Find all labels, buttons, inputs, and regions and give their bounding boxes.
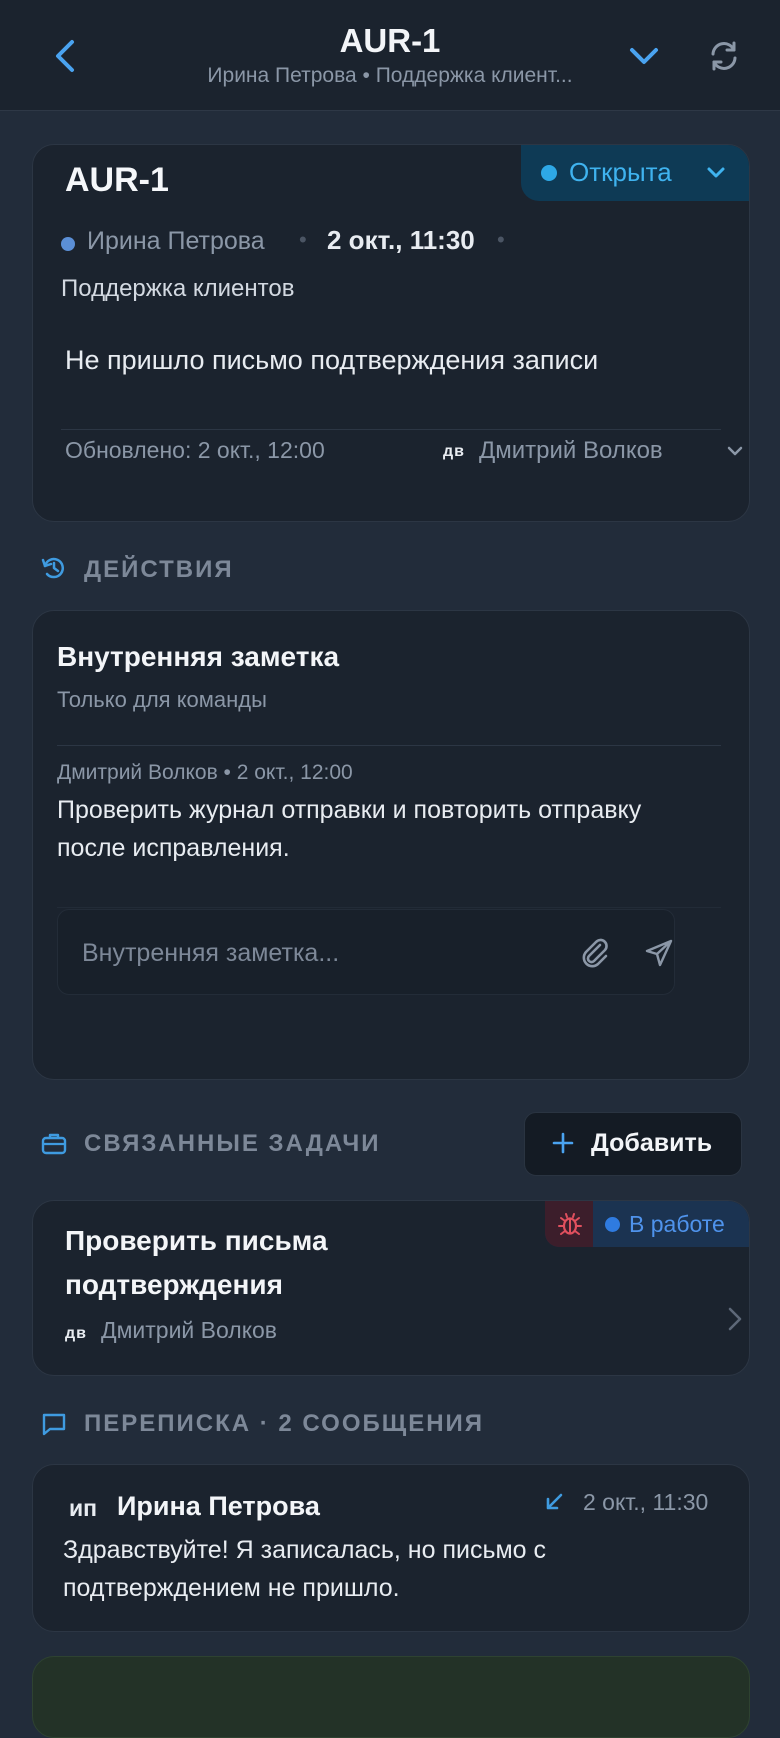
send-icon[interactable] bbox=[644, 938, 674, 968]
related-task-card[interactable]: Проверить письма подтверждения В работе … bbox=[32, 1200, 750, 1376]
chevron-down-icon bbox=[707, 167, 725, 178]
bug-icon bbox=[558, 1213, 582, 1235]
status-dot bbox=[541, 165, 557, 181]
ticket-author: Ирина Петрова bbox=[87, 227, 265, 255]
task-status-dot bbox=[605, 1217, 620, 1232]
note-title: Внутренняя заметка bbox=[57, 641, 340, 672]
task-title: Проверить письма подтверждения bbox=[65, 1225, 328, 1300]
briefcase-icon bbox=[41, 1133, 67, 1155]
message-text: Здравствуйте! Я записалась, но письмо с … bbox=[63, 1536, 547, 1602]
history-icon bbox=[41, 557, 65, 579]
chevron-right-icon bbox=[728, 1307, 742, 1331]
author-dot bbox=[61, 237, 75, 251]
message-author: Ирина Петрова bbox=[117, 1491, 320, 1521]
assignee-dropdown[interactable]: дв Дмитрий Волков bbox=[443, 429, 743, 473]
meta-separator: • bbox=[497, 227, 505, 252]
ticket-card: AUR-1 Открыта Ирина Петрова • 2 окт., 11… bbox=[32, 144, 750, 522]
divider bbox=[57, 745, 721, 746]
ticket-id: AUR-1 bbox=[65, 161, 169, 199]
section-related-label: СВЯЗАННЫЕ ЗАДАЧИ bbox=[84, 1130, 381, 1157]
top-bar: AUR-1 Ирина Петрова • Поддержка клиент..… bbox=[0, 0, 780, 111]
note-text: Проверить журнал отправки и повторить от… bbox=[57, 796, 642, 862]
chevron-down-icon[interactable] bbox=[626, 38, 662, 74]
task-assignee-name: Дмитрий Волков bbox=[101, 1317, 278, 1343]
ticket-created: 2 окт., 11:30 bbox=[327, 225, 475, 255]
status-label: Открыта bbox=[569, 157, 672, 187]
note-input-box[interactable] bbox=[57, 909, 675, 995]
task-assignee-initials: дв bbox=[65, 1325, 87, 1342]
add-task-label: Добавить bbox=[591, 1129, 713, 1157]
task-type-badge bbox=[545, 1201, 593, 1247]
next-message-card bbox=[32, 1656, 750, 1738]
add-task-button[interactable]: Добавить bbox=[524, 1112, 742, 1176]
paperclip-icon[interactable] bbox=[578, 936, 612, 970]
note-subtitle: Только для команды bbox=[57, 687, 267, 712]
page-title: AUR-1 bbox=[339, 22, 441, 59]
refresh-icon[interactable] bbox=[706, 38, 742, 74]
updated-time: Обновлено: 2 окт., 12:00 bbox=[65, 437, 325, 463]
ticket-department: Поддержка клиентов bbox=[61, 275, 295, 302]
ticket-description: Не пришло письмо подтверждения записи bbox=[65, 345, 599, 375]
section-conversation-label: ПЕРЕПИСКА · 2 СООБЩЕНИЯ bbox=[84, 1410, 485, 1437]
assignee-name: Дмитрий Волков bbox=[479, 437, 663, 464]
note-meta: Дмитрий Волков • 2 окт., 12:00 bbox=[57, 761, 353, 784]
chevron-down-icon bbox=[727, 446, 743, 456]
status-dropdown[interactable]: Открыта bbox=[521, 145, 749, 201]
divider bbox=[57, 907, 721, 908]
message-time: 2 окт., 11:30 bbox=[583, 1489, 709, 1515]
task-status-label: В работе bbox=[629, 1211, 725, 1237]
plus-icon bbox=[552, 1132, 574, 1154]
internal-note-card: Внутренняя заметка Только для команды Дм… bbox=[32, 610, 750, 1080]
incoming-arrow-icon bbox=[546, 1493, 563, 1510]
meta-separator: • bbox=[299, 227, 307, 252]
assignee-initials: дв bbox=[443, 443, 465, 460]
page-subtitle: Ирина Петрова • Поддержка клиент... bbox=[207, 64, 573, 87]
section-actions-label: ДЕЙСТВИЯ bbox=[84, 556, 234, 583]
note-input[interactable] bbox=[80, 932, 524, 974]
chat-icon bbox=[42, 1413, 66, 1436]
message-card: ип Ирина Петрова 2 окт., 11:30 Здравству… bbox=[32, 1464, 750, 1632]
message-initials: ип bbox=[69, 1495, 98, 1521]
task-status-badge: В работе bbox=[545, 1201, 749, 1247]
